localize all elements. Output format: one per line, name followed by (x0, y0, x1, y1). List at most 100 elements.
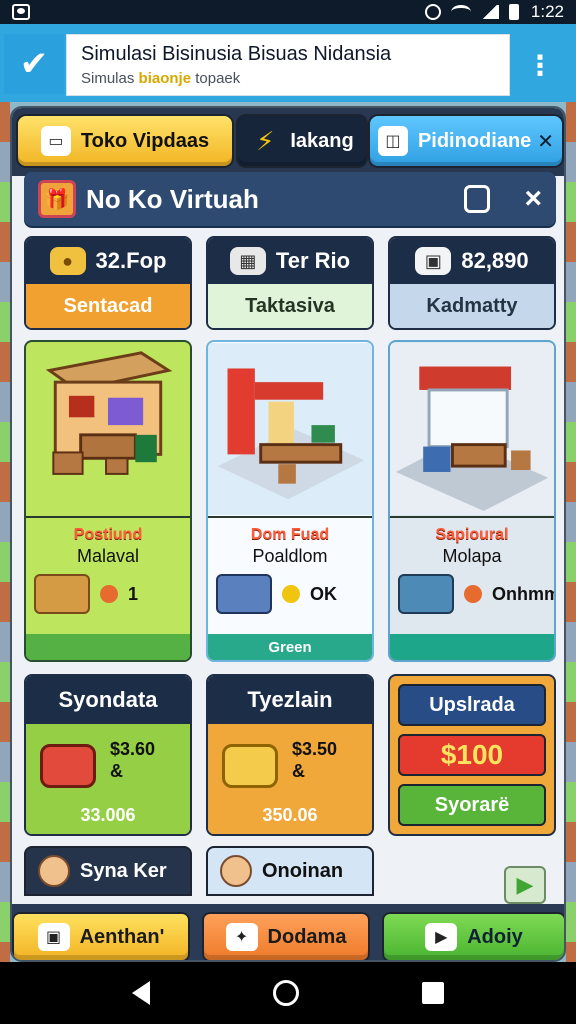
main-card-subheading: Malaval (76, 546, 140, 566)
shop-scene-svg (208, 343, 372, 515)
flag-icon: ▶ (425, 923, 458, 951)
shop-scene-svg (390, 343, 554, 515)
tab-store[interactable]: ▭ Toko Vipdaas (18, 116, 232, 166)
close-icon[interactable]: × (524, 184, 542, 214)
browser-app-icon[interactable]: ✔ (4, 34, 64, 94)
bottom-card-body: $3.50 & 350.06 (208, 724, 372, 834)
status-bar: 1:22 (0, 0, 576, 24)
upgrade-button[interactable]: Upslrada (398, 684, 546, 726)
browser-subtitle-highlight: biaonje (138, 70, 192, 87)
battery-icon (508, 4, 519, 20)
bottom-nav: ▣ Aenthan' ✦ Dodama ▶ Adoiy (12, 904, 564, 960)
browser-subtitle-before: Simulas (81, 70, 139, 87)
home-icon[interactable] (272, 980, 299, 1006)
main-card-3[interactable]: Sapioural Molapa Onhmm (388, 340, 556, 662)
package-icon: ◫ (377, 126, 408, 156)
main-cards: Postiund Malaval 1 Dom Fuad Poaldlom OK … (24, 340, 556, 662)
window-icon[interactable] (464, 185, 491, 213)
main-card-subheading: Molapa (442, 546, 502, 566)
nav-dodama-button[interactable]: ✦ Dodama (202, 912, 370, 960)
recent-apps-icon[interactable] (422, 982, 445, 1004)
info-card-3[interactable]: ▣ 82,890 Kadmatty (388, 236, 556, 330)
bottom-card-foot: 33.006 (80, 805, 136, 825)
main-card-bottom-bar (390, 634, 554, 660)
info-card-bottom-label: Sentacad (26, 284, 190, 328)
fire-icon (464, 585, 482, 603)
tab-partners[interactable]: ◫ Pidinodiane ✕ (370, 116, 562, 166)
play-icon[interactable]: ▶ (504, 866, 546, 904)
wifi-icon (450, 5, 471, 19)
android-navbar (0, 962, 576, 1024)
store-header: 🎁 No Ko Virtuah × (24, 172, 556, 226)
info-card-top-label: Ter Rio (275, 248, 351, 273)
register-icon: ▦ (229, 247, 266, 275)
tab-ranking-label: Iakang (290, 129, 354, 152)
left-scenery-strip (0, 102, 10, 962)
tab-store-label: Toko Vipdaas (80, 129, 210, 152)
nav-dodama-label: Dodama (267, 925, 347, 948)
main-card-feature-value: OK (310, 583, 337, 604)
bottom-secondary-row: Syna Ker Onoinan ▶ (24, 846, 556, 904)
nav-shop-label: Aenthan' (79, 925, 165, 948)
main-card-bottom-bar: Green (208, 634, 372, 660)
upgrade-stack: Upslrada $100 Syorarë (398, 684, 546, 826)
bottom-card-title: Tyezlain (208, 676, 372, 724)
main-card-heading: Postiund (73, 526, 143, 543)
app-notification-icon (12, 4, 30, 20)
lightning-icon: ⚡ (256, 125, 275, 156)
browser-appbar: ✔ Simulasi Bisinusia Bisuas Nidansia Sim… (0, 24, 576, 102)
tab-ranking[interactable]: ⚡ Iakang (238, 116, 366, 166)
shop-scene-illustration (208, 342, 372, 518)
info-card-top-label: 32.Fop (95, 248, 167, 273)
fire-icon (100, 585, 118, 603)
crate-icon (34, 574, 90, 614)
avatar-icon (220, 855, 252, 887)
info-card-1[interactable]: ● 32.Fop Sentacad (24, 236, 192, 330)
coin-icon: ● (49, 247, 86, 275)
bottom-card-price-1: $3.60 (110, 739, 156, 759)
profile-card-1[interactable]: Syna Ker (24, 846, 192, 896)
info-card-2[interactable]: ▦ Ter Rio Taktasiva (206, 236, 374, 330)
main-card-1[interactable]: Postiund Malaval 1 (24, 340, 192, 662)
back-icon[interactable] (131, 981, 150, 1005)
info-card-bottom-label: Kadmatty (390, 284, 554, 328)
status-right: 1:22 (424, 2, 564, 22)
bottom-card-1[interactable]: Syondata $3.60 & 33.006 (24, 674, 192, 836)
game-frame: ▭ Toko Vipdaas ⚡ Iakang ◫ Pidinodiane ✕ … (10, 106, 566, 962)
machine-icon: ▣ (415, 247, 452, 275)
coins-icon (222, 744, 278, 788)
main-card-2[interactable]: Dom Fuad Poaldlom OK Green (206, 340, 374, 662)
tab-partners-label: Pidinodiane (417, 129, 532, 152)
truck-icon (398, 574, 454, 614)
profile-card-label: Syna Ker (80, 859, 167, 882)
nav-adoiy-button[interactable]: ▶ Adoiy (382, 912, 564, 960)
browser-appbar-inner: ✔ Simulasi Bisinusia Bisuas Nidansia Sim… (4, 34, 568, 96)
nav-shop-button[interactable]: ▣ Aenthan' (12, 912, 190, 960)
browser-subtitle-after: topaek (191, 70, 241, 87)
bottom-card-2[interactable]: Tyezlain $3.50 & 350.06 (206, 674, 374, 836)
info-card-top: ● 32.Fop (26, 238, 190, 284)
bottom-card-body: $3.60 & 33.006 (26, 724, 190, 834)
price-button[interactable]: $100 (398, 734, 546, 776)
status-time: 1:22 (530, 2, 564, 21)
main-card-feature-value: Onhmm (492, 583, 556, 604)
browser-title: Simulasi Bisinusia Bisuas Nidansia (81, 43, 392, 65)
confirm-button[interactable]: Syorarë (398, 784, 546, 826)
close-icon[interactable]: ✕ (537, 129, 554, 154)
cashier-icon (216, 574, 272, 614)
overflow-menu-button[interactable]: ⋮ (512, 34, 568, 96)
main-card-feature: OK (216, 574, 337, 614)
main-card-heading: Sapioural (435, 526, 509, 543)
main-card-heading: Dom Fuad (250, 526, 330, 543)
browser-url-card[interactable]: Simulasi Bisinusia Bisuas Nidansia Simul… (66, 34, 510, 96)
info-card-top: ▣ 82,890 (390, 238, 554, 284)
bottom-card-title: Syondata (26, 676, 190, 724)
alarm-icon (424, 4, 441, 20)
status-left (12, 4, 30, 20)
profile-card-2[interactable]: Onoinan (206, 846, 374, 896)
main-card-feature-value: 1 (128, 583, 139, 604)
bottom-card-price: $3.60 & (110, 738, 155, 782)
avatar-icon (38, 855, 70, 887)
shop-scene-illustration (26, 342, 190, 518)
gift-icon: 🎁 (38, 180, 76, 218)
